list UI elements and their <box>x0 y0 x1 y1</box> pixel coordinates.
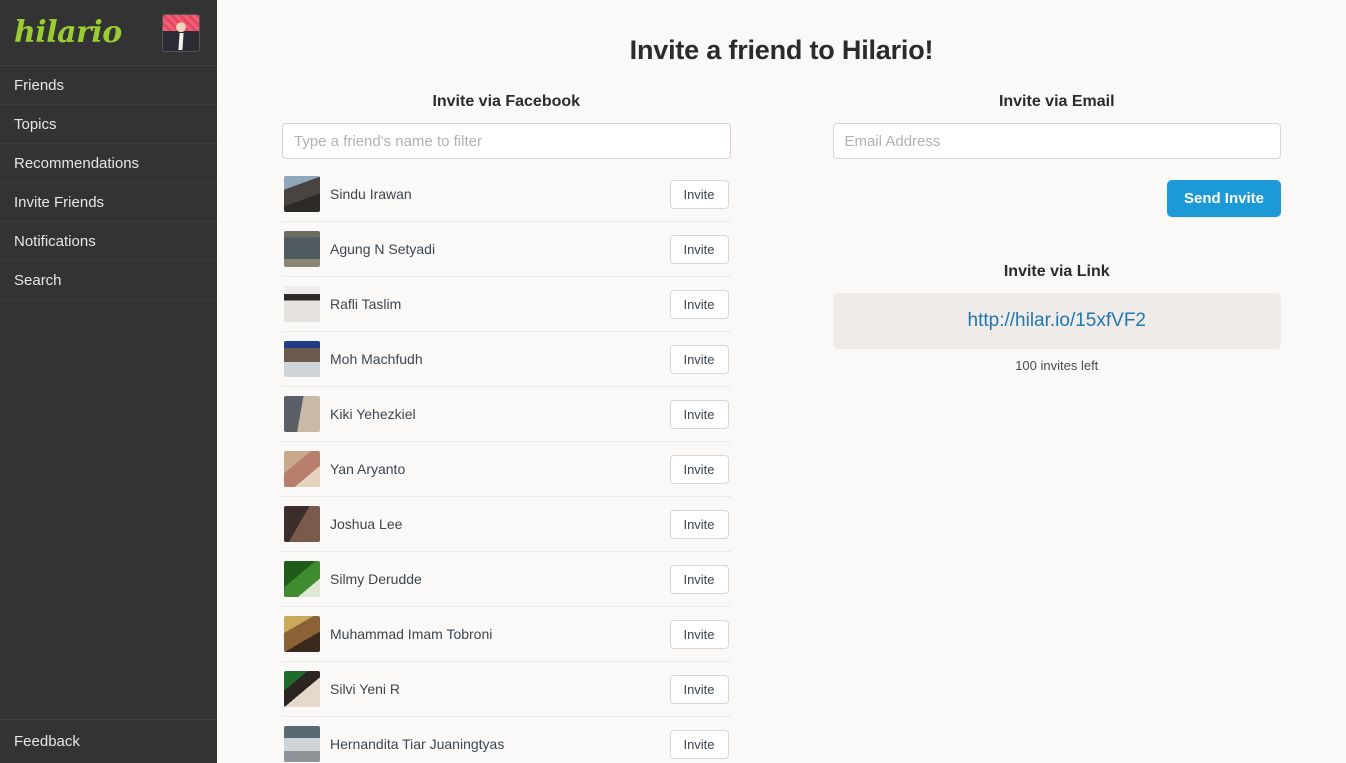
friend-name: Sindu Irawan <box>330 186 412 202</box>
friend-avatar <box>284 616 320 652</box>
invite-button[interactable]: Invite <box>669 674 729 704</box>
invite-button[interactable]: Invite <box>669 179 729 209</box>
invite-button[interactable]: Invite <box>669 234 729 264</box>
friend-name: Rafli Taslim <box>330 296 402 312</box>
email-invite-section: Invite via Email Send Invite Invite via … <box>832 93 1281 373</box>
friend-avatar <box>284 726 320 762</box>
sidebar-item-invite-friends[interactable]: Invite Friends <box>0 183 217 222</box>
friend-avatar <box>284 396 320 432</box>
friend-avatar <box>284 506 320 542</box>
friend-avatar <box>284 451 320 487</box>
invite-button[interactable]: Invite <box>669 454 729 484</box>
friend-list: Sindu Irawan Invite Agung N Setyadi Invi… <box>282 167 731 763</box>
friend-list-item: Agung N Setyadi Invite <box>282 222 731 277</box>
sidebar-item-topics[interactable]: Topics <box>0 105 217 144</box>
friend-list-item: Muhammad Imam Tobroni Invite <box>282 607 731 662</box>
facebook-section-heading: Invite via Facebook <box>432 93 581 110</box>
invite-button[interactable]: Invite <box>669 564 729 594</box>
friend-name: Kiki Yehezkiel <box>330 406 416 422</box>
user-avatar[interactable] <box>162 13 200 52</box>
invite-link-box[interactable]: http://hilar.io/15xfVF2 <box>832 293 1281 349</box>
sidebar-item-friends[interactable]: Friends <box>0 66 217 105</box>
invite-button[interactable]: Invite <box>669 399 729 429</box>
sidebar-item-label: Invite Friends <box>14 193 105 211</box>
invite-link-url[interactable]: http://hilar.io/15xfVF2 <box>968 310 1147 332</box>
friend-filter-input[interactable] <box>282 123 731 159</box>
friend-name: Yan Aryanto <box>330 461 406 477</box>
sidebar-item-search[interactable]: Search <box>0 261 217 300</box>
facebook-invite-section: Invite via Facebook Sindu Irawan Invite … <box>282 93 731 763</box>
friend-list-item: Yan Aryanto Invite <box>282 442 731 497</box>
send-invite-button[interactable]: Send Invite <box>1166 180 1281 217</box>
friend-list-item: Joshua Lee Invite <box>282 497 731 552</box>
sidebar-item-label: Friends <box>14 76 65 94</box>
friend-list-item: Silmy Derudde Invite <box>282 552 731 607</box>
friend-name: Moh Machfudh <box>330 351 423 367</box>
link-section-heading: Invite via Link <box>1003 263 1110 280</box>
friend-list-item: Silvi Yeni R Invite <box>282 662 731 717</box>
invite-button[interactable]: Invite <box>669 289 729 319</box>
friend-name: Silvi Yeni R <box>330 681 401 697</box>
sidebar-item-label: Recommendations <box>14 154 140 172</box>
friend-avatar <box>284 561 320 597</box>
friend-avatar <box>284 671 320 707</box>
sidebar: hilario Friends Topics Recommendations I… <box>0 0 217 763</box>
main-content: Invite a friend to Hilario! Invite via F… <box>217 0 1346 763</box>
invites-left-count: 100 invites left <box>1015 358 1099 373</box>
friend-list-item: Moh Machfudh Invite <box>282 332 731 387</box>
app-root: hilario Friends Topics Recommendations I… <box>0 0 1346 763</box>
sidebar-item-label: Search <box>14 271 62 289</box>
friend-list-item: Sindu Irawan Invite <box>282 167 731 222</box>
friend-name: Muhammad Imam Tobroni <box>330 626 493 642</box>
invite-button[interactable]: Invite <box>669 509 729 539</box>
sidebar-item-notifications[interactable]: Notifications <box>0 222 217 261</box>
invite-button[interactable]: Invite <box>669 344 729 374</box>
sidebar-item-label: Topics <box>14 115 57 133</box>
friend-avatar <box>284 231 320 267</box>
sidebar-item-recommendations[interactable]: Recommendations <box>0 144 217 183</box>
sidebar-item-label: Feedback <box>14 733 80 750</box>
friend-list-item: Rafli Taslim Invite <box>282 277 731 332</box>
sidebar-nav: Friends Topics Recommendations Invite Fr… <box>0 66 217 300</box>
friend-avatar <box>284 176 320 212</box>
app-logo[interactable]: hilario <box>14 17 122 48</box>
email-address-input[interactable] <box>832 123 1281 159</box>
invite-columns: Invite via Facebook Sindu Irawan Invite … <box>217 93 1346 763</box>
friend-list-item: Hernandita Tiar Juaningtyas Invite <box>282 717 731 763</box>
page-title: Invite a friend to Hilario! <box>629 35 934 65</box>
invite-button[interactable]: Invite <box>669 729 729 759</box>
friend-avatar <box>284 286 320 322</box>
friend-avatar <box>284 341 320 377</box>
friend-name: Hernandita Tiar Juaningtyas <box>330 736 505 752</box>
friend-name: Silmy Derudde <box>330 571 422 587</box>
link-invite-section: Invite via Link http://hilar.io/15xfVF2 … <box>832 263 1281 373</box>
email-section-heading: Invite via Email <box>998 93 1115 110</box>
sidebar-header: hilario <box>0 0 217 66</box>
friend-name: Joshua Lee <box>330 516 403 532</box>
friend-list-item: Kiki Yehezkiel Invite <box>282 387 731 442</box>
invite-button[interactable]: Invite <box>669 619 729 649</box>
sidebar-item-feedback[interactable]: Feedback <box>0 719 217 763</box>
friend-name: Agung N Setyadi <box>330 241 436 257</box>
send-invite-row: Send Invite <box>833 180 1281 217</box>
sidebar-item-label: Notifications <box>14 232 96 250</box>
